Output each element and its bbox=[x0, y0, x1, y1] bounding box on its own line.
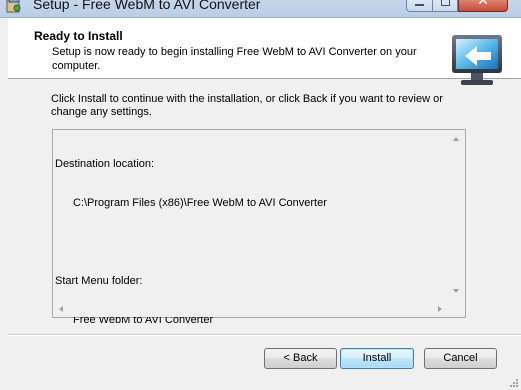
title-bar[interactable]: Setup - Free WebM to AVI Converter ✕ bbox=[0, 0, 521, 18]
wizard-header: Ready to Install Setup is now ready to b… bbox=[0, 18, 521, 85]
scroll-up-icon[interactable] bbox=[453, 137, 459, 141]
page-title: Ready to Install bbox=[34, 29, 123, 43]
scroll-left-icon[interactable] bbox=[59, 306, 63, 312]
cancel-button[interactable]: Cancel bbox=[424, 348, 497, 369]
scrollbar-corner bbox=[448, 300, 465, 317]
left-border bbox=[0, 18, 8, 390]
minimize-button[interactable] bbox=[406, 0, 432, 12]
maximize-button[interactable] bbox=[432, 0, 458, 12]
button-separator bbox=[8, 334, 521, 336]
vertical-scrollbar[interactable] bbox=[448, 130, 465, 300]
page-description: Setup is now ready to begin installing F… bbox=[52, 46, 417, 72]
setup-app-icon bbox=[6, 0, 21, 13]
scroll-down-icon[interactable] bbox=[453, 289, 459, 293]
scroll-right-icon[interactable] bbox=[438, 306, 442, 312]
close-icon: ✕ bbox=[477, 0, 489, 9]
start-menu-label: Start Menu folder: bbox=[55, 275, 143, 287]
close-button[interactable]: ✕ bbox=[458, 0, 508, 12]
back-button[interactable]: < Back bbox=[264, 348, 337, 369]
install-button[interactable]: Install bbox=[340, 348, 414, 369]
destination-value: C:\Program Files (x86)\Free WebM to AVI … bbox=[73, 197, 327, 209]
window-title: Setup - Free WebM to AVI Converter bbox=[33, 0, 261, 12]
intro-text: Click Install to continue with the insta… bbox=[51, 93, 443, 118]
summary-memo[interactable]: Destination location: C:\Program Files (… bbox=[52, 129, 466, 326]
destination-label: Destination location: bbox=[55, 158, 155, 170]
setup-window: Setup - Free WebM to AVI Converter ✕ Rea… bbox=[0, 0, 521, 390]
memo-content: Destination location: C:\Program Files (… bbox=[55, 132, 327, 353]
monitor-install-icon bbox=[452, 35, 502, 85]
resize-grip-icon[interactable] bbox=[509, 378, 519, 388]
horizontal-scrollbar[interactable] bbox=[53, 300, 448, 317]
